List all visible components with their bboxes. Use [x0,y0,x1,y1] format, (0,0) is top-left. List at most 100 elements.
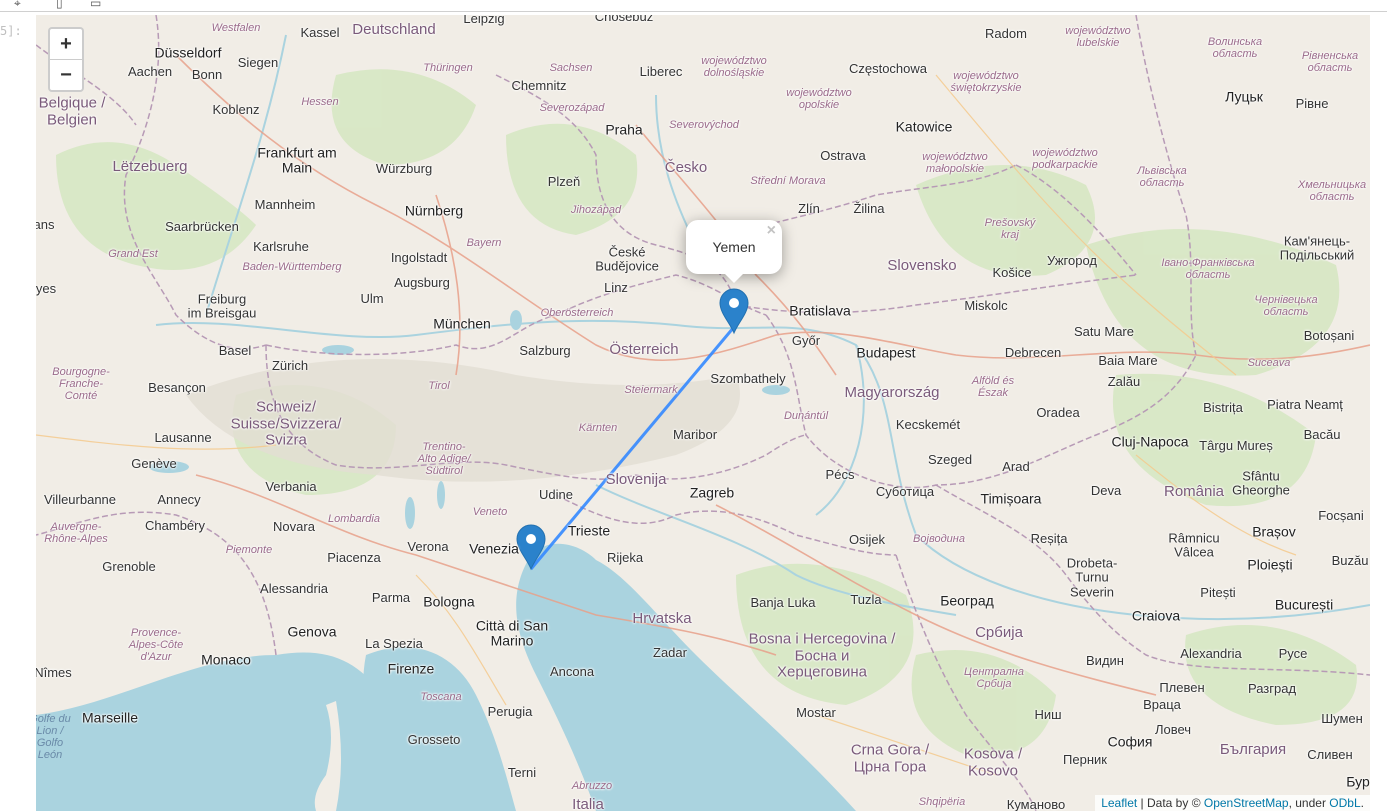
label-strednimorava: Střední Morava [750,174,826,187]
attribution-separator: | Data by © [1137,796,1204,810]
label-ruse: Русе [1278,645,1308,661]
label-laspezia: La Spezia [365,635,423,651]
label-rivne: Рівне [1295,95,1329,111]
leaflet-link[interactable]: Leaflet [1101,796,1137,810]
label-czestochowa: Częstochowa [848,60,928,76]
label-geneve: Genève [131,455,177,471]
label-cittadisan: Città di San Marino [475,617,549,649]
label-maribor: Maribor [672,426,718,442]
attribution-end: . [1360,796,1364,810]
label-saarbrucken: Saarbrücken [165,218,239,234]
label-kosova: Kosova / Kosovo [963,745,1023,779]
map[interactable]: Deutschland Leipzig Chosebuz Radom wojew… [36,15,1370,811]
label-alessandria: Alessandria [260,580,328,596]
label-osterreich: Österreich [609,340,679,358]
label-ostrava: Ostrava [820,147,866,163]
label-vojvodina: Војводина [913,532,965,545]
label-arad: Arad [1002,458,1030,474]
zoom-control: + − [48,27,84,92]
label-tuzla: Tuzla [850,591,882,607]
attribution-under: , under [1288,796,1330,810]
label-pitesti: Pitești [1200,584,1236,600]
label-cesko: Česko [664,158,708,176]
label-crnagora: Crna Gora / Црна Гора [850,741,930,775]
label-ulm: Ulm [360,290,384,306]
label-oberosterreich: Oberösterreich [540,306,614,319]
label-bratislava: Bratislava [789,302,851,319]
label-sfantu: Sfântu Gheorghe [1232,468,1290,498]
label-monaco: Monaco [201,651,251,668]
label-szombathely: Szombathely [710,370,786,386]
label-magyarorszag: Magyarország [844,383,940,401]
label-thuringen: Thüringen [423,61,473,74]
label-opolskie: województwo opolskie [786,86,852,111]
label-kecskemet: Kecskemét [895,416,961,432]
label-verona: Verona [407,538,449,554]
zoom-in-button[interactable]: + [50,29,82,59]
label-terni: Terni [507,764,537,780]
label-clujnapoca: Cluj-Napoca [1111,433,1189,450]
label-veneto: Veneto [472,505,508,518]
osm-link[interactable]: OpenStreetMap [1204,796,1289,810]
popup-tip [724,273,744,283]
toolbar-icon[interactable]: ▭ [90,0,101,10]
label-burgas: Бур [1346,773,1370,790]
label-bistrita: Bistrița [1203,399,1243,415]
label-brasov: Brașov [1252,523,1296,540]
label-praha: Praha [605,121,643,138]
popup-close-button[interactable]: × [767,222,776,240]
label-provence: Provence- Alpes-Côte d'Azur [128,626,184,664]
label-bosna: Bosna i Hercegovina / Босна и Херцеговин… [748,630,896,681]
label-belgique: Belgique / Belgien [38,94,106,128]
label-sliven: Сливен [1307,746,1353,762]
label-chosebuz: Chosebuz [594,15,654,24]
label-drobeta: Drobeta- Turnu Severin [1066,555,1118,600]
notebook-toolbar: ⌖ ▯ ▭ [0,0,1387,12]
marker-popup: × Yemen [686,220,782,283]
label-kumanovo: Куманово [1006,796,1066,811]
label-nurnberg: Nürnberg [404,202,464,219]
label-genova: Genova [287,623,337,640]
label-kosice: Košice [992,264,1032,280]
label-buzau: Buzău [1331,552,1369,568]
label-trieste: Trieste [567,522,611,539]
label-zagreb: Zagreb [689,484,735,501]
label-grosseto: Grosseto [407,731,461,747]
label-banjaluka: Banja Luka [750,594,816,610]
label-severozapad: Severozápad [539,101,605,114]
label-basel: Basel [218,342,252,358]
label-kassel: Kassel [300,24,340,40]
label-lubelskie: województwo lubelskie [1065,24,1131,49]
label-focsani: Focșani [1318,507,1364,523]
label-lombardia: Lombardia [328,512,380,525]
label-craiova: Craiova [1131,607,1181,624]
label-bourgogne: Bourgogne- Franche- Comté [52,365,110,403]
label-toscana: Toscana [420,690,462,703]
label-abruzzo: Abruzzo [571,779,613,792]
toolbar-icon[interactable]: ▯ [56,0,63,10]
attribution: Leaflet | Data by © OpenStreetMap, under… [1095,795,1370,811]
label-pecs: Pécs [825,466,855,482]
label-westfalen: Westfalen [211,21,261,34]
label-pernik: Перник [1063,751,1107,767]
label-oradea: Oradea [1036,404,1080,420]
label-subotica: Суботица [875,483,935,499]
label-jihozapad: Jihozápad [570,203,622,216]
label-grandest: Grand Est [108,247,158,260]
label-karlsruhe: Karlsruhe [253,238,309,254]
label-piacenza: Piacenza [327,549,381,565]
zoom-out-button[interactable]: − [50,59,82,90]
label-salzburg: Salzburg [519,342,571,358]
label-kamianets: Кам'янець- Подільський [1279,233,1355,263]
label-osijek: Osijek [848,531,886,547]
label-karnten: Kärnten [578,421,618,434]
toolbar-icon[interactable]: ⌖ [14,0,21,11]
label-sachsen: Sachsen [549,61,593,74]
odbl-link[interactable]: ODbL [1329,796,1360,810]
label-ivanofrankivska: Івано-Франківська область [1161,256,1255,281]
label-koblenz: Koblenz [212,101,260,117]
label-katowice: Katowice [895,118,953,135]
label-venezia: Venezia [469,540,519,557]
label-frankfurt: Frankfurt am Main [257,144,337,176]
label-volynska: Волинська область [1207,35,1263,60]
